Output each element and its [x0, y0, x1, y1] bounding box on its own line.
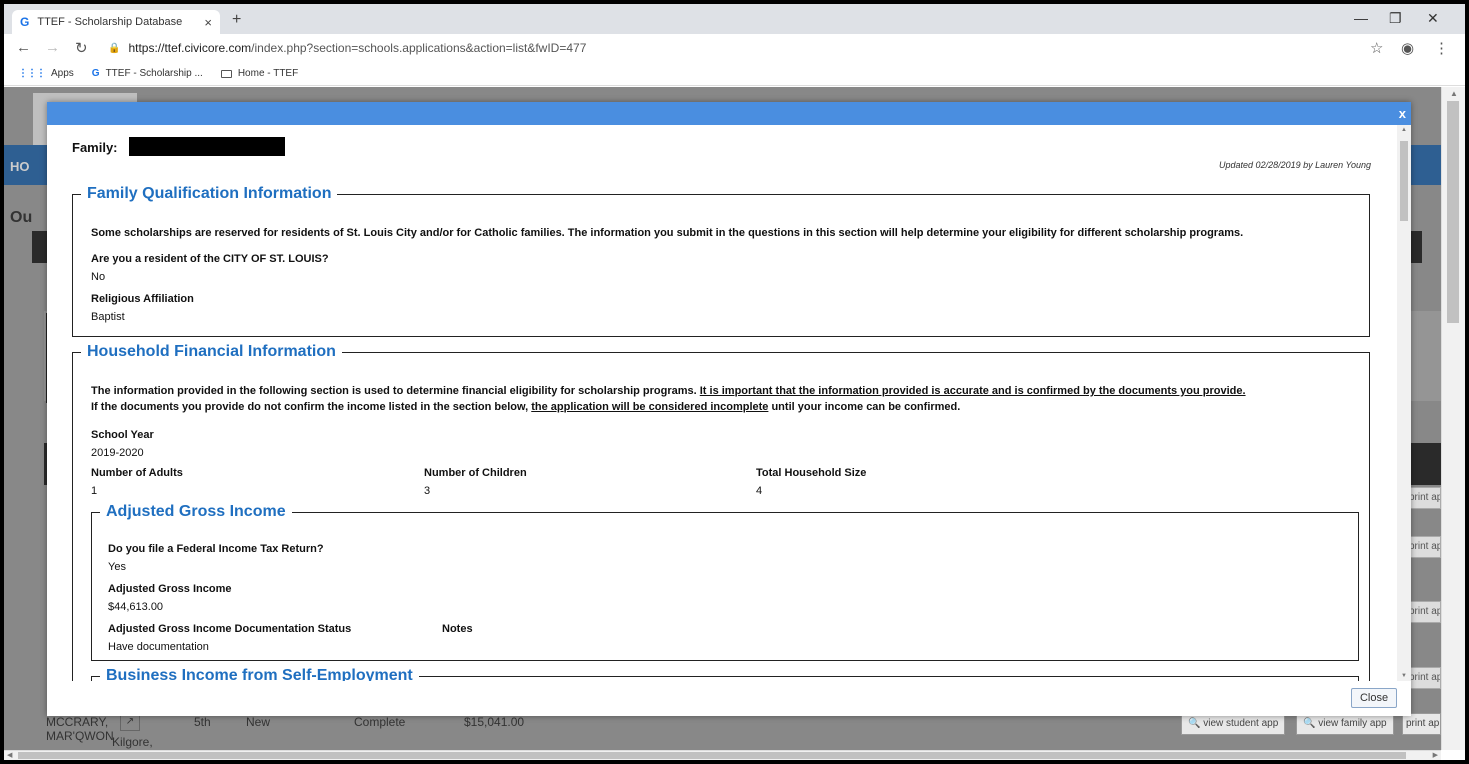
page-vertical-scrollbar[interactable]: ▲ [1441, 87, 1465, 750]
religion-answer: Baptist [91, 311, 125, 323]
scrollbar-thumb[interactable] [1447, 101, 1459, 323]
agi-doc-status-value: Have documentation [108, 641, 209, 653]
section-title: Household Financial Information [87, 343, 336, 360]
menu-icon[interactable]: ⋮ [1434, 39, 1449, 57]
student-name-line1: MCCRARY, [46, 715, 109, 729]
bookmark-ttef-scholarship[interactable]: G TTEF - Scholarship ... [92, 68, 203, 79]
external-link-icon[interactable]: ↗ [120, 715, 140, 731]
apps-grid-icon: ⋮⋮⋮ [18, 68, 46, 79]
section-title: Business Income from Self-Employment [106, 667, 413, 681]
household-financial-section: Household Financial Information The info… [72, 343, 1370, 681]
page-heading: Ou [10, 209, 33, 226]
bookmark-label: Home - TTEF [237, 68, 299, 79]
application-type: New [246, 715, 271, 729]
close-window-icon[interactable]: ✕ [1427, 10, 1439, 27]
print-app-button[interactable]: print ap [1402, 713, 1441, 735]
agi-doc-status-label: Adjusted Gross Income Documentation Stat… [108, 623, 352, 635]
redacted-family-name [129, 137, 285, 156]
site-favicon-icon: G [20, 15, 30, 29]
minimize-icon[interactable]: — [1354, 10, 1368, 26]
business-income-section: Business Income from Self-Employment [91, 667, 1359, 681]
bookmark-star-icon[interactable]: ☆ [1370, 39, 1383, 57]
close-button[interactable]: Close [1351, 688, 1397, 708]
url-host: https://ttef.civicore.com [128, 41, 252, 55]
close-icon[interactable]: x [1399, 106, 1406, 121]
bookmarks-bar: ⋮⋮⋮ Apps G TTEF - Scholarship ... Home -… [4, 62, 1465, 86]
tab-close-icon[interactable]: × [204, 15, 212, 30]
school-year-value: 2019-2020 [91, 447, 144, 459]
restore-icon[interactable]: ❐ [1389, 10, 1402, 27]
bookmark-label: TTEF - Scholarship ... [105, 68, 203, 79]
address-bar[interactable]: 🔒 https://ttef.civicore.com /index.php?s… [108, 37, 1348, 59]
back-icon[interactable]: ← [16, 39, 31, 56]
section-title: Family Qualification Information [87, 185, 332, 202]
student-name-line2: MAR'QWON [46, 729, 114, 743]
bookmark-home-ttef[interactable]: Home - TTEF [220, 68, 299, 79]
school-year-label: School Year [91, 429, 154, 441]
grade: 5th [194, 715, 211, 729]
family-qualification-section: Family Qualification Information Some sc… [72, 185, 1370, 337]
teacher-name: Kilgore, [112, 735, 153, 749]
browser-tab[interactable]: G TTEF - Scholarship Database × [12, 10, 220, 34]
award-amount: $15,041.00 [464, 715, 525, 729]
folder-icon [220, 69, 232, 78]
bookmark-apps[interactable]: ⋮⋮⋮ Apps [18, 68, 74, 79]
tab-strip: G TTEF - Scholarship Database × + — ❐ ✕ [4, 4, 1465, 34]
children-value: 3 [424, 485, 431, 497]
agi-value: $44,613.00 [108, 601, 164, 613]
agi-label: Adjusted Gross Income [108, 583, 232, 595]
modal-header: x [47, 102, 1411, 125]
modal-scrollbar[interactable]: ▲ ▼ [1397, 125, 1411, 681]
notes-label: Notes [442, 623, 473, 635]
site-favicon-icon: G [91, 68, 100, 79]
application-status: Complete [354, 715, 406, 729]
lock-icon: 🔒 [108, 42, 121, 54]
reload-icon[interactable]: ↻ [75, 39, 88, 57]
scrollbar-thumb[interactable] [18, 752, 1406, 759]
adults-label: Number of Adults [91, 467, 183, 479]
modal-body: Family: Updated 02/28/2019 by Lauren You… [47, 125, 1395, 681]
new-tab-button[interactable]: + [232, 11, 241, 29]
bookmark-label: Apps [51, 68, 74, 79]
nav-home-label: HO [10, 159, 30, 174]
page-horizontal-scrollbar[interactable]: ◀ ▶ [4, 750, 1441, 760]
tax-return-question: Do you file a Federal Income Tax Return? [108, 543, 324, 555]
religion-question: Religious Affiliation [91, 293, 194, 305]
family-label: Family: [72, 140, 118, 155]
section-intro: Some scholarships are reserved for resid… [91, 227, 1244, 239]
adults-value: 1 [91, 485, 98, 497]
household-size-label: Total Household Size [756, 467, 867, 479]
browser-toolbar: ← → ↻ 🔒 https://ttef.civicore.com /index… [4, 34, 1465, 62]
agi-section: Adjusted Gross Income Do you file a Fede… [91, 503, 1359, 661]
tax-return-answer: Yes [108, 561, 126, 573]
view-family-app-button[interactable]: 🔍 view family app [1296, 713, 1394, 735]
account-icon[interactable]: ◉ [1401, 39, 1414, 57]
resident-answer: No [91, 271, 106, 283]
tab-title: TTEF - Scholarship Database [37, 16, 183, 28]
children-label: Number of Children [424, 467, 527, 479]
updated-timestamp: Updated 02/28/2019 by Lauren Young [1219, 160, 1371, 170]
browser-window: G TTEF - Scholarship Database × + — ❐ ✕ … [4, 4, 1465, 760]
view-student-app-button[interactable]: 🔍 view student app [1181, 713, 1286, 735]
household-size-value: 4 [756, 485, 763, 497]
resident-question: Are you a resident of the CITY OF ST. LO… [91, 253, 329, 265]
section-intro: The information provided in the followin… [91, 385, 1246, 413]
section-title: Adjusted Gross Income [106, 503, 286, 520]
url-path: /index.php?section=schools.applications&… [251, 41, 587, 55]
scrollbar-thumb[interactable] [1400, 141, 1408, 221]
family-app-modal: x Family: Updated 02/28/2019 by Lauren Y… [47, 102, 1411, 716]
forward-icon[interactable]: → [45, 39, 60, 56]
